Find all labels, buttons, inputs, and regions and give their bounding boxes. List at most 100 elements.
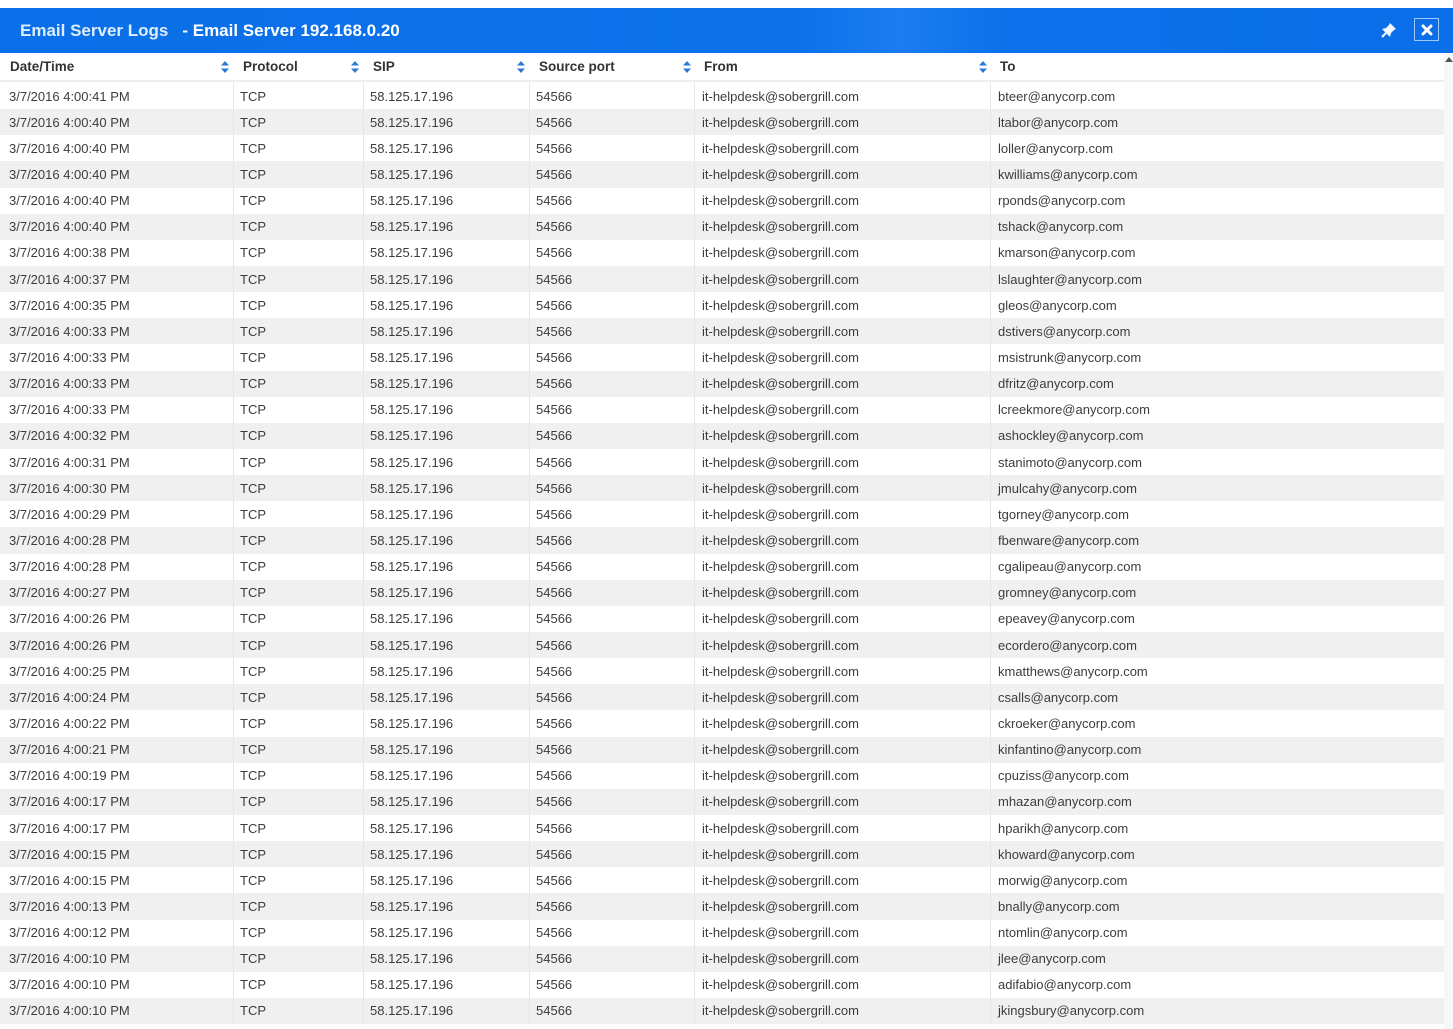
table-row[interactable]: 3/7/2016 4:00:40 PM TCP 58.125.17.196 54566… [0, 135, 1444, 162]
column-divider [529, 370, 530, 397]
table-row[interactable]: 3/7/2016 4:00:29 PM TCP 58.125.17.196 54566… [0, 501, 1444, 528]
table-row[interactable]: 3/7/2016 4:00:40 PM TCP 58.125.17.196 54566… [0, 109, 1444, 136]
cell-datetime: 3/7/2016 4:00:13 PM [9, 898, 130, 914]
table-row[interactable]: 3/7/2016 4:00:41 PM TCP 58.125.17.196 54566… [0, 83, 1444, 110]
column-divider [990, 893, 991, 920]
cell-from: it-helpdesk@sobergrill.com [702, 846, 859, 862]
column-header-source-port[interactable]: Source port [529, 53, 695, 80]
table-row[interactable]: 3/7/2016 4:00:22 PM TCP 58.125.17.196 54566… [0, 710, 1444, 737]
cell-to: jmulcahy@anycorp.com [998, 480, 1137, 496]
table-row[interactable]: 3/7/2016 4:00:33 PM TCP 58.125.17.196 54566… [0, 370, 1444, 397]
table-row[interactable]: 3/7/2016 4:00:10 PM TCP 58.125.17.196 54566… [0, 945, 1444, 972]
table-row[interactable]: 3/7/2016 4:00:25 PM TCP 58.125.17.196 54566… [0, 658, 1444, 685]
column-divider [233, 448, 234, 476]
table-row[interactable]: 3/7/2016 4:00:10 PM TCP 58.125.17.196 54566… [0, 997, 1444, 1025]
sort-icon[interactable] [516, 60, 526, 74]
cell-protocol: TCP [240, 898, 266, 914]
title-bar: Email Server Logs - Email Server 192.168… [0, 8, 1453, 53]
column-divider [363, 187, 364, 214]
column-divider [233, 658, 234, 685]
sort-icon[interactable] [350, 60, 360, 74]
cell-from: it-helpdesk@sobergrill.com [702, 559, 859, 575]
cell-to: cpuziss@anycorp.com [998, 768, 1129, 784]
sort-icon[interactable] [978, 60, 988, 74]
cell-source-port: 54566 [536, 977, 573, 993]
column-divider [694, 265, 695, 293]
column-divider [694, 605, 695, 632]
column-divider [990, 448, 991, 476]
column-divider [529, 658, 530, 685]
cell-datetime: 3/7/2016 4:00:33 PM [9, 376, 130, 392]
table-row[interactable]: 3/7/2016 4:00:26 PM TCP 58.125.17.196 54566… [0, 631, 1444, 659]
table-row[interactable]: 3/7/2016 4:00:15 PM TCP 58.125.17.196 54566… [0, 867, 1444, 894]
column-divider [233, 788, 234, 815]
column-divider [694, 553, 695, 580]
cell-protocol: TCP [240, 506, 266, 522]
sort-icon[interactable] [220, 60, 230, 74]
cell-datetime: 3/7/2016 4:00:27 PM [9, 585, 130, 601]
pin-button[interactable] [1377, 18, 1401, 42]
cell-source-port: 54566 [536, 271, 573, 287]
table-row[interactable]: 3/7/2016 4:00:40 PM TCP 58.125.17.196 54566… [0, 187, 1444, 214]
table-row[interactable]: 3/7/2016 4:00:37 PM TCP 58.125.17.196 54566… [0, 265, 1444, 293]
column-header-to[interactable]: To [990, 53, 1444, 80]
cell-protocol: TCP [240, 925, 266, 941]
cell-protocol: TCP [240, 585, 266, 601]
sort-icon[interactable] [682, 60, 692, 74]
column-header-from[interactable]: From [694, 53, 991, 80]
cell-from: it-helpdesk@sobergrill.com [702, 114, 859, 130]
cell-source-port: 54566 [536, 585, 573, 601]
table-row[interactable]: 3/7/2016 4:00:10 PM TCP 58.125.17.196 54566… [0, 971, 1444, 998]
column-header-datetime[interactable]: Date/Time [0, 53, 235, 80]
cell-datetime: 3/7/2016 4:00:33 PM [9, 323, 130, 339]
column-divider [694, 919, 695, 946]
column-divider [529, 239, 530, 266]
table-row[interactable]: 3/7/2016 4:00:17 PM TCP 58.125.17.196 54566… [0, 788, 1444, 815]
table-row[interactable]: 3/7/2016 4:00:30 PM TCP 58.125.17.196 54566… [0, 475, 1444, 502]
table-row[interactable]: 3/7/2016 4:00:40 PM TCP 58.125.17.196 54566… [0, 213, 1444, 240]
table-row[interactable]: 3/7/2016 4:00:13 PM TCP 58.125.17.196 54566… [0, 893, 1444, 920]
cell-protocol: TCP [240, 428, 266, 444]
cell-to: loller@anycorp.com [998, 140, 1114, 156]
table-row[interactable]: 3/7/2016 4:00:17 PM TCP 58.125.17.196 54566… [0, 814, 1444, 842]
cell-sip: 58.125.17.196 [370, 114, 454, 130]
table-row[interactable]: 3/7/2016 4:00:38 PM TCP 58.125.17.196 54566… [0, 239, 1444, 266]
column-divider [363, 841, 364, 868]
table-row[interactable]: 3/7/2016 4:00:28 PM TCP 58.125.17.196 54566… [0, 527, 1444, 554]
column-divider [363, 919, 364, 946]
table-row[interactable]: 3/7/2016 4:00:12 PM TCP 58.125.17.196 54566… [0, 919, 1444, 946]
column-divider [529, 83, 530, 110]
table-row[interactable]: 3/7/2016 4:00:33 PM TCP 58.125.17.196 54566… [0, 318, 1444, 345]
column-divider [363, 475, 364, 502]
column-divider [990, 579, 991, 606]
column-divider [363, 422, 364, 449]
table-row[interactable]: 3/7/2016 4:00:33 PM TCP 58.125.17.196 54566… [0, 396, 1444, 423]
table-row[interactable]: 3/7/2016 4:00:24 PM TCP 58.125.17.196 54566… [0, 684, 1444, 711]
table-row[interactable]: 3/7/2016 4:00:27 PM TCP 58.125.17.196 54566… [0, 579, 1444, 606]
table-row[interactable]: 3/7/2016 4:00:33 PM TCP 58.125.17.196 54566… [0, 344, 1444, 371]
cell-datetime: 3/7/2016 4:00:32 PM [9, 428, 130, 444]
table-row[interactable]: 3/7/2016 4:00:28 PM TCP 58.125.17.196 54566… [0, 553, 1444, 580]
table-row[interactable]: 3/7/2016 4:00:21 PM TCP 58.125.17.196 54566… [0, 736, 1444, 763]
table-row[interactable]: 3/7/2016 4:00:26 PM TCP 58.125.17.196 54566… [0, 605, 1444, 632]
close-button[interactable] [1414, 18, 1439, 41]
cell-from: it-helpdesk@sobergrill.com [702, 297, 859, 313]
column-divider [694, 684, 695, 711]
column-header-sip[interactable]: SIP [363, 53, 529, 80]
table-row[interactable]: 3/7/2016 4:00:15 PM TCP 58.125.17.196 54566… [0, 841, 1444, 868]
cell-source-port: 54566 [536, 193, 573, 209]
cell-from: it-helpdesk@sobergrill.com [702, 271, 859, 287]
vertical-scrollbar[interactable] [1444, 53, 1453, 1029]
scroll-up-arrow-icon[interactable] [1445, 57, 1453, 62]
column-divider [990, 344, 991, 371]
cell-sip: 58.125.17.196 [370, 663, 454, 679]
column-divider [694, 788, 695, 815]
column-divider [694, 239, 695, 266]
table-row[interactable]: 3/7/2016 4:00:19 PM TCP 58.125.17.196 54566… [0, 762, 1444, 789]
cell-from: it-helpdesk@sobergrill.com [702, 193, 859, 209]
column-header-protocol[interactable]: Protocol [233, 53, 363, 80]
table-row[interactable]: 3/7/2016 4:00:32 PM TCP 58.125.17.196 54566… [0, 422, 1444, 449]
table-row[interactable]: 3/7/2016 4:00:35 PM TCP 58.125.17.196 54566… [0, 292, 1444, 319]
table-row[interactable]: 3/7/2016 4:00:31 PM TCP 58.125.17.196 54566… [0, 448, 1444, 476]
table-row[interactable]: 3/7/2016 4:00:40 PM TCP 58.125.17.196 54566… [0, 161, 1444, 188]
